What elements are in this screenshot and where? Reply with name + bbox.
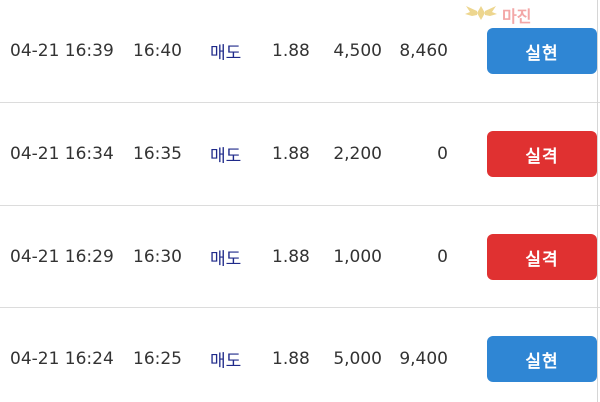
close-time: 16:30	[133, 247, 182, 267]
close-time: 16:25	[133, 349, 182, 369]
watermark-text: 마진	[502, 7, 532, 26]
result-button-disqualified[interactable]: 실격	[487, 234, 597, 280]
result-button-realized[interactable]: 실현	[487, 336, 597, 382]
bet-amount: 4,500	[333, 41, 382, 61]
result-button-disqualified[interactable]: 실격	[487, 131, 597, 177]
table-row: 04-21 16:29 16:30 매도 1.88 1,000 0 실격	[0, 206, 600, 308]
result-button-realized[interactable]: 실현	[487, 28, 597, 74]
table-row: 04-21 16:34 16:35 매도 1.88 2,200 0 실격	[0, 103, 600, 205]
table-row: 04-21 16:24 16:25 매도 1.88 5,000 9,400 실현	[0, 308, 600, 402]
close-time: 16:35	[133, 144, 182, 164]
winnings-amount: 0	[437, 144, 448, 164]
bet-amount: 1,000	[333, 247, 382, 267]
watermark: 마진	[464, 2, 594, 28]
winnings-amount: 9,400	[399, 349, 448, 369]
winnings-amount: 0	[437, 247, 448, 267]
odds-value: 1.88	[272, 41, 310, 61]
bet-amount: 2,200	[333, 144, 382, 164]
trade-type: 매도	[210, 146, 242, 167]
trade-type: 매도	[210, 351, 242, 372]
wings-logo-icon	[464, 2, 498, 28]
odds-value: 1.88	[272, 247, 310, 267]
close-time: 16:40	[133, 41, 182, 61]
order-time: 04-21 16:29	[10, 247, 114, 267]
order-time: 04-21 16:34	[10, 144, 114, 164]
trade-history-list: 04-21 16:39 16:40 매도 1.88 4,500 8,460 실현…	[0, 0, 600, 402]
bet-amount: 5,000	[333, 349, 382, 369]
order-time: 04-21 16:24	[10, 349, 114, 369]
trade-type: 매도	[210, 249, 242, 270]
winnings-amount: 8,460	[399, 41, 448, 61]
trade-type: 매도	[210, 43, 242, 64]
odds-value: 1.88	[272, 349, 310, 369]
order-time: 04-21 16:39	[10, 41, 114, 61]
odds-value: 1.88	[272, 144, 310, 164]
right-edge-border	[597, 0, 598, 402]
